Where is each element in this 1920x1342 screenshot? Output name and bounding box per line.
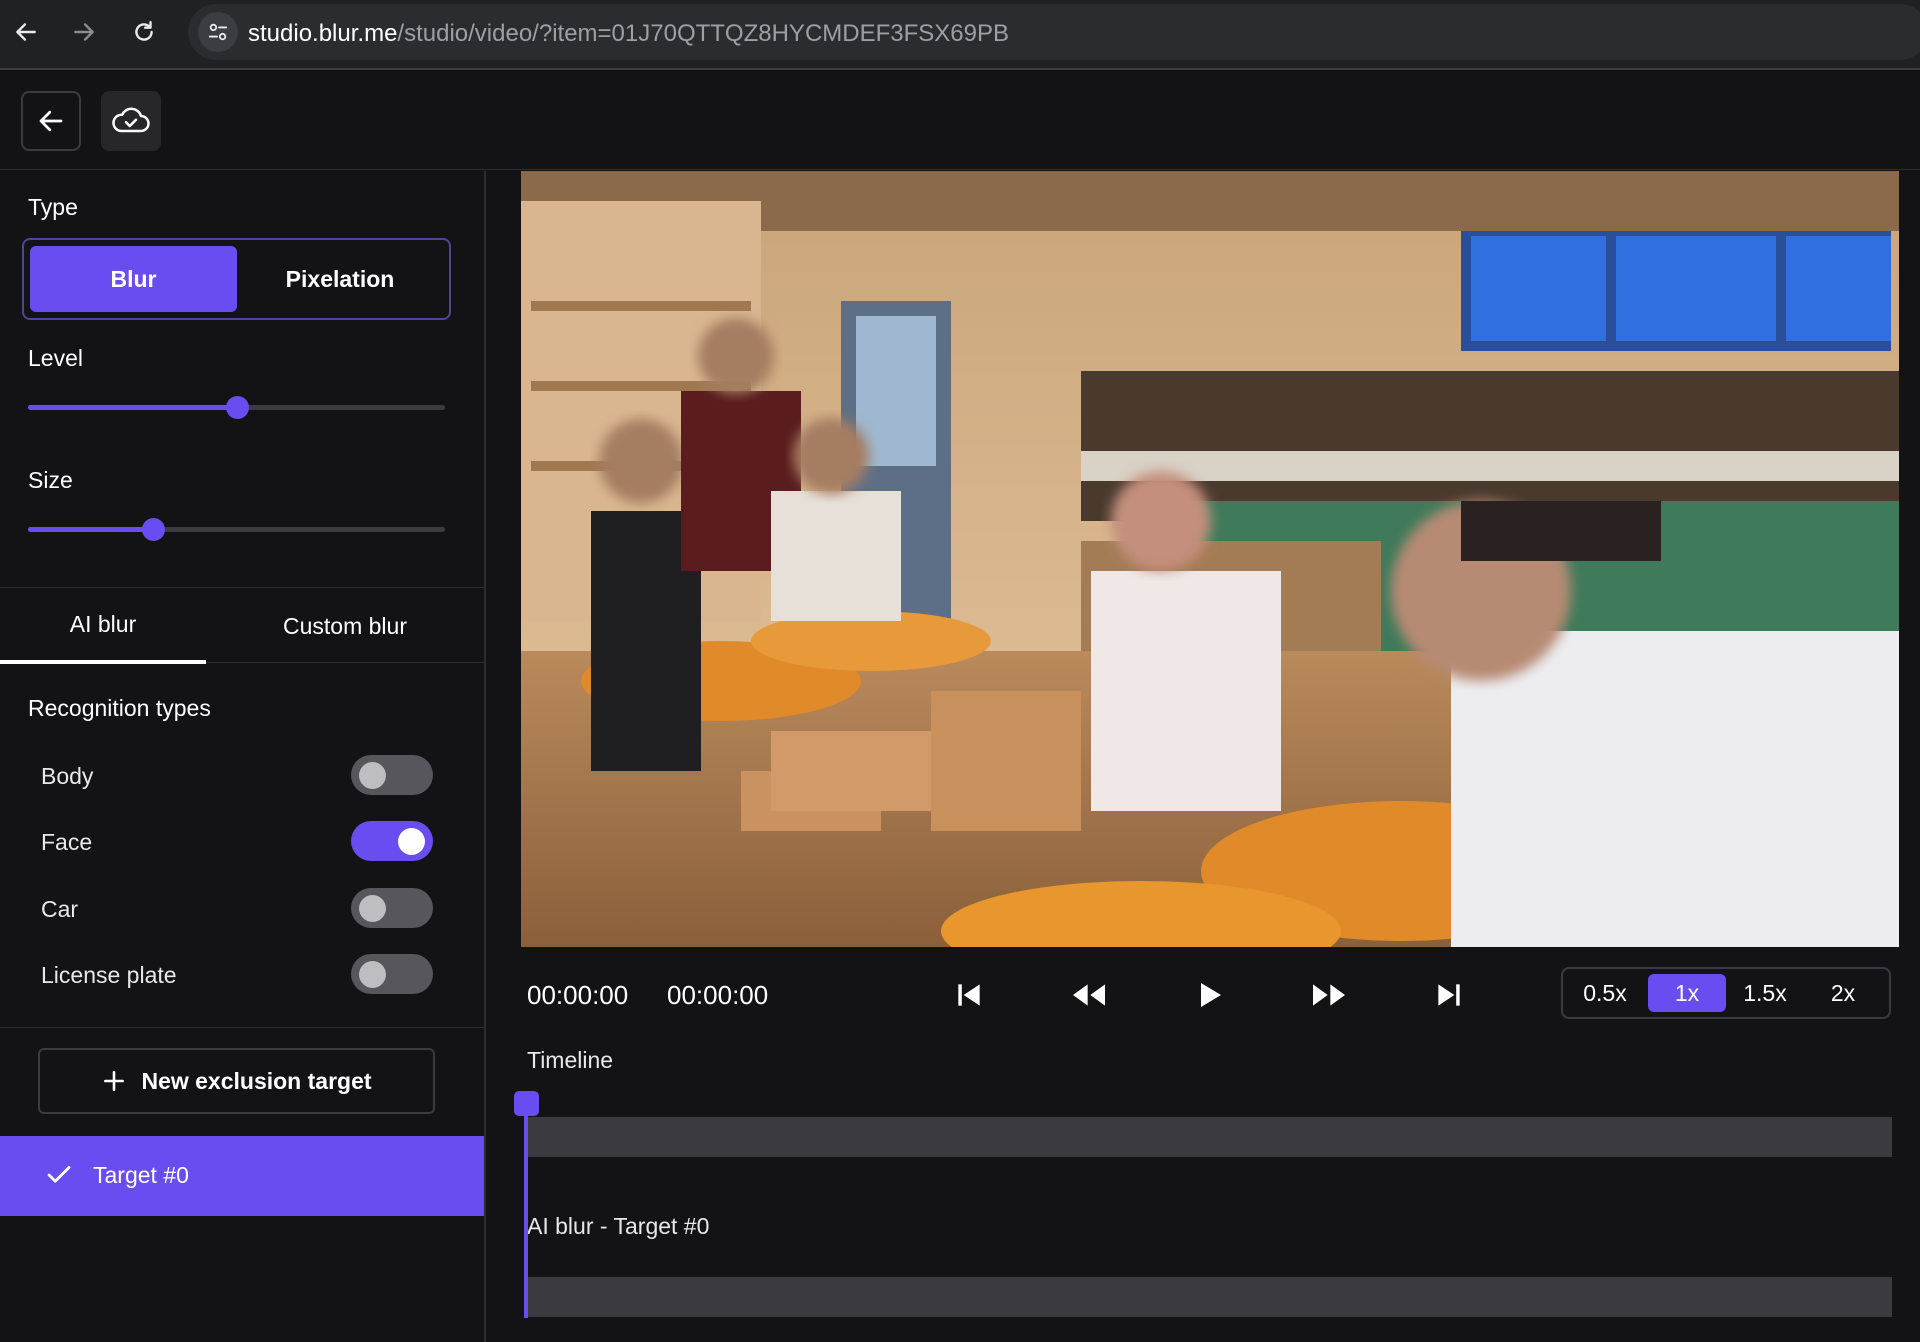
app-header bbox=[0, 72, 1920, 170]
check-icon bbox=[47, 1166, 71, 1183]
playhead-handle[interactable] bbox=[514, 1091, 539, 1116]
size-slider[interactable] bbox=[28, 516, 445, 542]
video-preview[interactable] bbox=[521, 171, 1899, 947]
browser-toolbar: studio.blur.me/studio/video/?item=01J70Q… bbox=[0, 0, 1920, 70]
new-exclusion-target-button[interactable]: New exclusion target bbox=[38, 1048, 435, 1114]
play-button[interactable] bbox=[1186, 972, 1232, 1018]
url-host: studio.blur.me bbox=[248, 20, 398, 47]
blur-mode-tabs: AI blur Custom blur bbox=[0, 587, 484, 664]
browser-back-icon[interactable] bbox=[6, 12, 46, 52]
car-toggle[interactable] bbox=[351, 888, 433, 928]
cloud-check-icon bbox=[112, 107, 150, 133]
toggle-knob bbox=[359, 961, 386, 988]
face-toggle[interactable] bbox=[351, 821, 433, 861]
cloud-save-button[interactable] bbox=[101, 91, 161, 151]
type-blur-button[interactable]: Blur bbox=[30, 246, 237, 312]
recognition-row-body: Body bbox=[41, 755, 433, 795]
recognition-label: Face bbox=[41, 829, 93, 855]
url-text: studio.blur.me/studio/video/?item=01J70Q… bbox=[248, 20, 1009, 48]
type-segmented-control: Blur Pixelation bbox=[22, 238, 451, 320]
size-label: Size bbox=[28, 467, 73, 493]
skip-start-icon bbox=[958, 984, 980, 1006]
license-plate-toggle[interactable] bbox=[351, 954, 433, 994]
address-bar[interactable]: studio.blur.me/studio/video/?item=01J70Q… bbox=[188, 4, 1920, 60]
timeline-label: Timeline bbox=[527, 1047, 614, 1073]
duration-time: 00:00:00 bbox=[667, 980, 769, 1010]
slider-fill bbox=[28, 405, 237, 410]
recognition-label: License plate bbox=[41, 962, 177, 988]
target-label: Target #0 bbox=[93, 1162, 189, 1188]
ai-blur-track-label: AI blur - Target #0 bbox=[527, 1213, 710, 1239]
level-label: Level bbox=[28, 345, 83, 371]
new-exclusion-label: New exclusion target bbox=[141, 1067, 372, 1094]
rewind-icon bbox=[1073, 984, 1105, 1006]
url-path: /studio/video/?item=01J70QTTQZ8HYCMDEF3F… bbox=[397, 20, 1009, 47]
toggle-knob bbox=[359, 762, 386, 789]
recognition-row-license-plate: License plate bbox=[41, 954, 433, 994]
body-toggle[interactable] bbox=[351, 755, 433, 795]
tab-custom-blur[interactable]: Custom blur bbox=[206, 588, 484, 664]
skip-end-icon bbox=[1438, 984, 1460, 1006]
type-label: Type bbox=[28, 194, 78, 220]
current-time: 00:00:00 bbox=[527, 980, 629, 1010]
settings-sidebar: Type Blur Pixelation Level Size AI blur … bbox=[0, 171, 486, 1342]
fast-forward-button[interactable] bbox=[1306, 972, 1352, 1018]
slider-thumb[interactable] bbox=[142, 518, 166, 541]
site-settings-icon[interactable] bbox=[198, 12, 238, 52]
level-slider[interactable] bbox=[28, 394, 445, 420]
back-button[interactable] bbox=[21, 91, 81, 151]
divider bbox=[0, 1027, 484, 1028]
tab-ai-blur[interactable]: AI blur bbox=[0, 588, 206, 664]
type-pixelation-button[interactable]: Pixelation bbox=[237, 246, 443, 312]
skip-start-button[interactable] bbox=[946, 972, 992, 1018]
toggle-knob bbox=[359, 895, 386, 922]
slider-thumb[interactable] bbox=[225, 396, 249, 419]
plus-icon bbox=[104, 1071, 125, 1091]
recognition-row-car: Car bbox=[41, 888, 433, 928]
video-frame-image bbox=[521, 171, 1899, 947]
recognition-label: Car bbox=[41, 896, 79, 922]
recognition-row-face: Face bbox=[41, 821, 433, 861]
toggle-knob bbox=[398, 828, 425, 855]
target-list-item[interactable]: Target #0 bbox=[0, 1136, 484, 1216]
rewind-button[interactable] bbox=[1066, 972, 1112, 1018]
browser-forward-icon[interactable] bbox=[64, 12, 104, 52]
fast-forward-icon bbox=[1313, 984, 1345, 1006]
playback-speed-selector: 0.5x 1x 1.5x 2x bbox=[1561, 967, 1891, 1019]
recognition-label: Body bbox=[41, 763, 94, 789]
speed-1x-button[interactable]: 1x bbox=[1648, 974, 1726, 1012]
speed-2x-button[interactable]: 2x bbox=[1804, 974, 1882, 1012]
arrow-left-icon bbox=[39, 110, 63, 132]
slider-fill bbox=[28, 527, 154, 532]
ai-blur-target-track[interactable] bbox=[527, 1277, 1892, 1317]
timeline-track[interactable] bbox=[527, 1117, 1892, 1157]
playhead-line bbox=[524, 1100, 528, 1318]
browser-reload-icon[interactable] bbox=[124, 12, 164, 52]
recognition-types-title: Recognition types bbox=[28, 695, 211, 721]
skip-end-button[interactable] bbox=[1426, 972, 1472, 1018]
play-icon bbox=[1201, 983, 1221, 1007]
speed-1.5x-button[interactable]: 1.5x bbox=[1726, 974, 1804, 1012]
speed-0.5x-button[interactable]: 0.5x bbox=[1566, 974, 1644, 1012]
